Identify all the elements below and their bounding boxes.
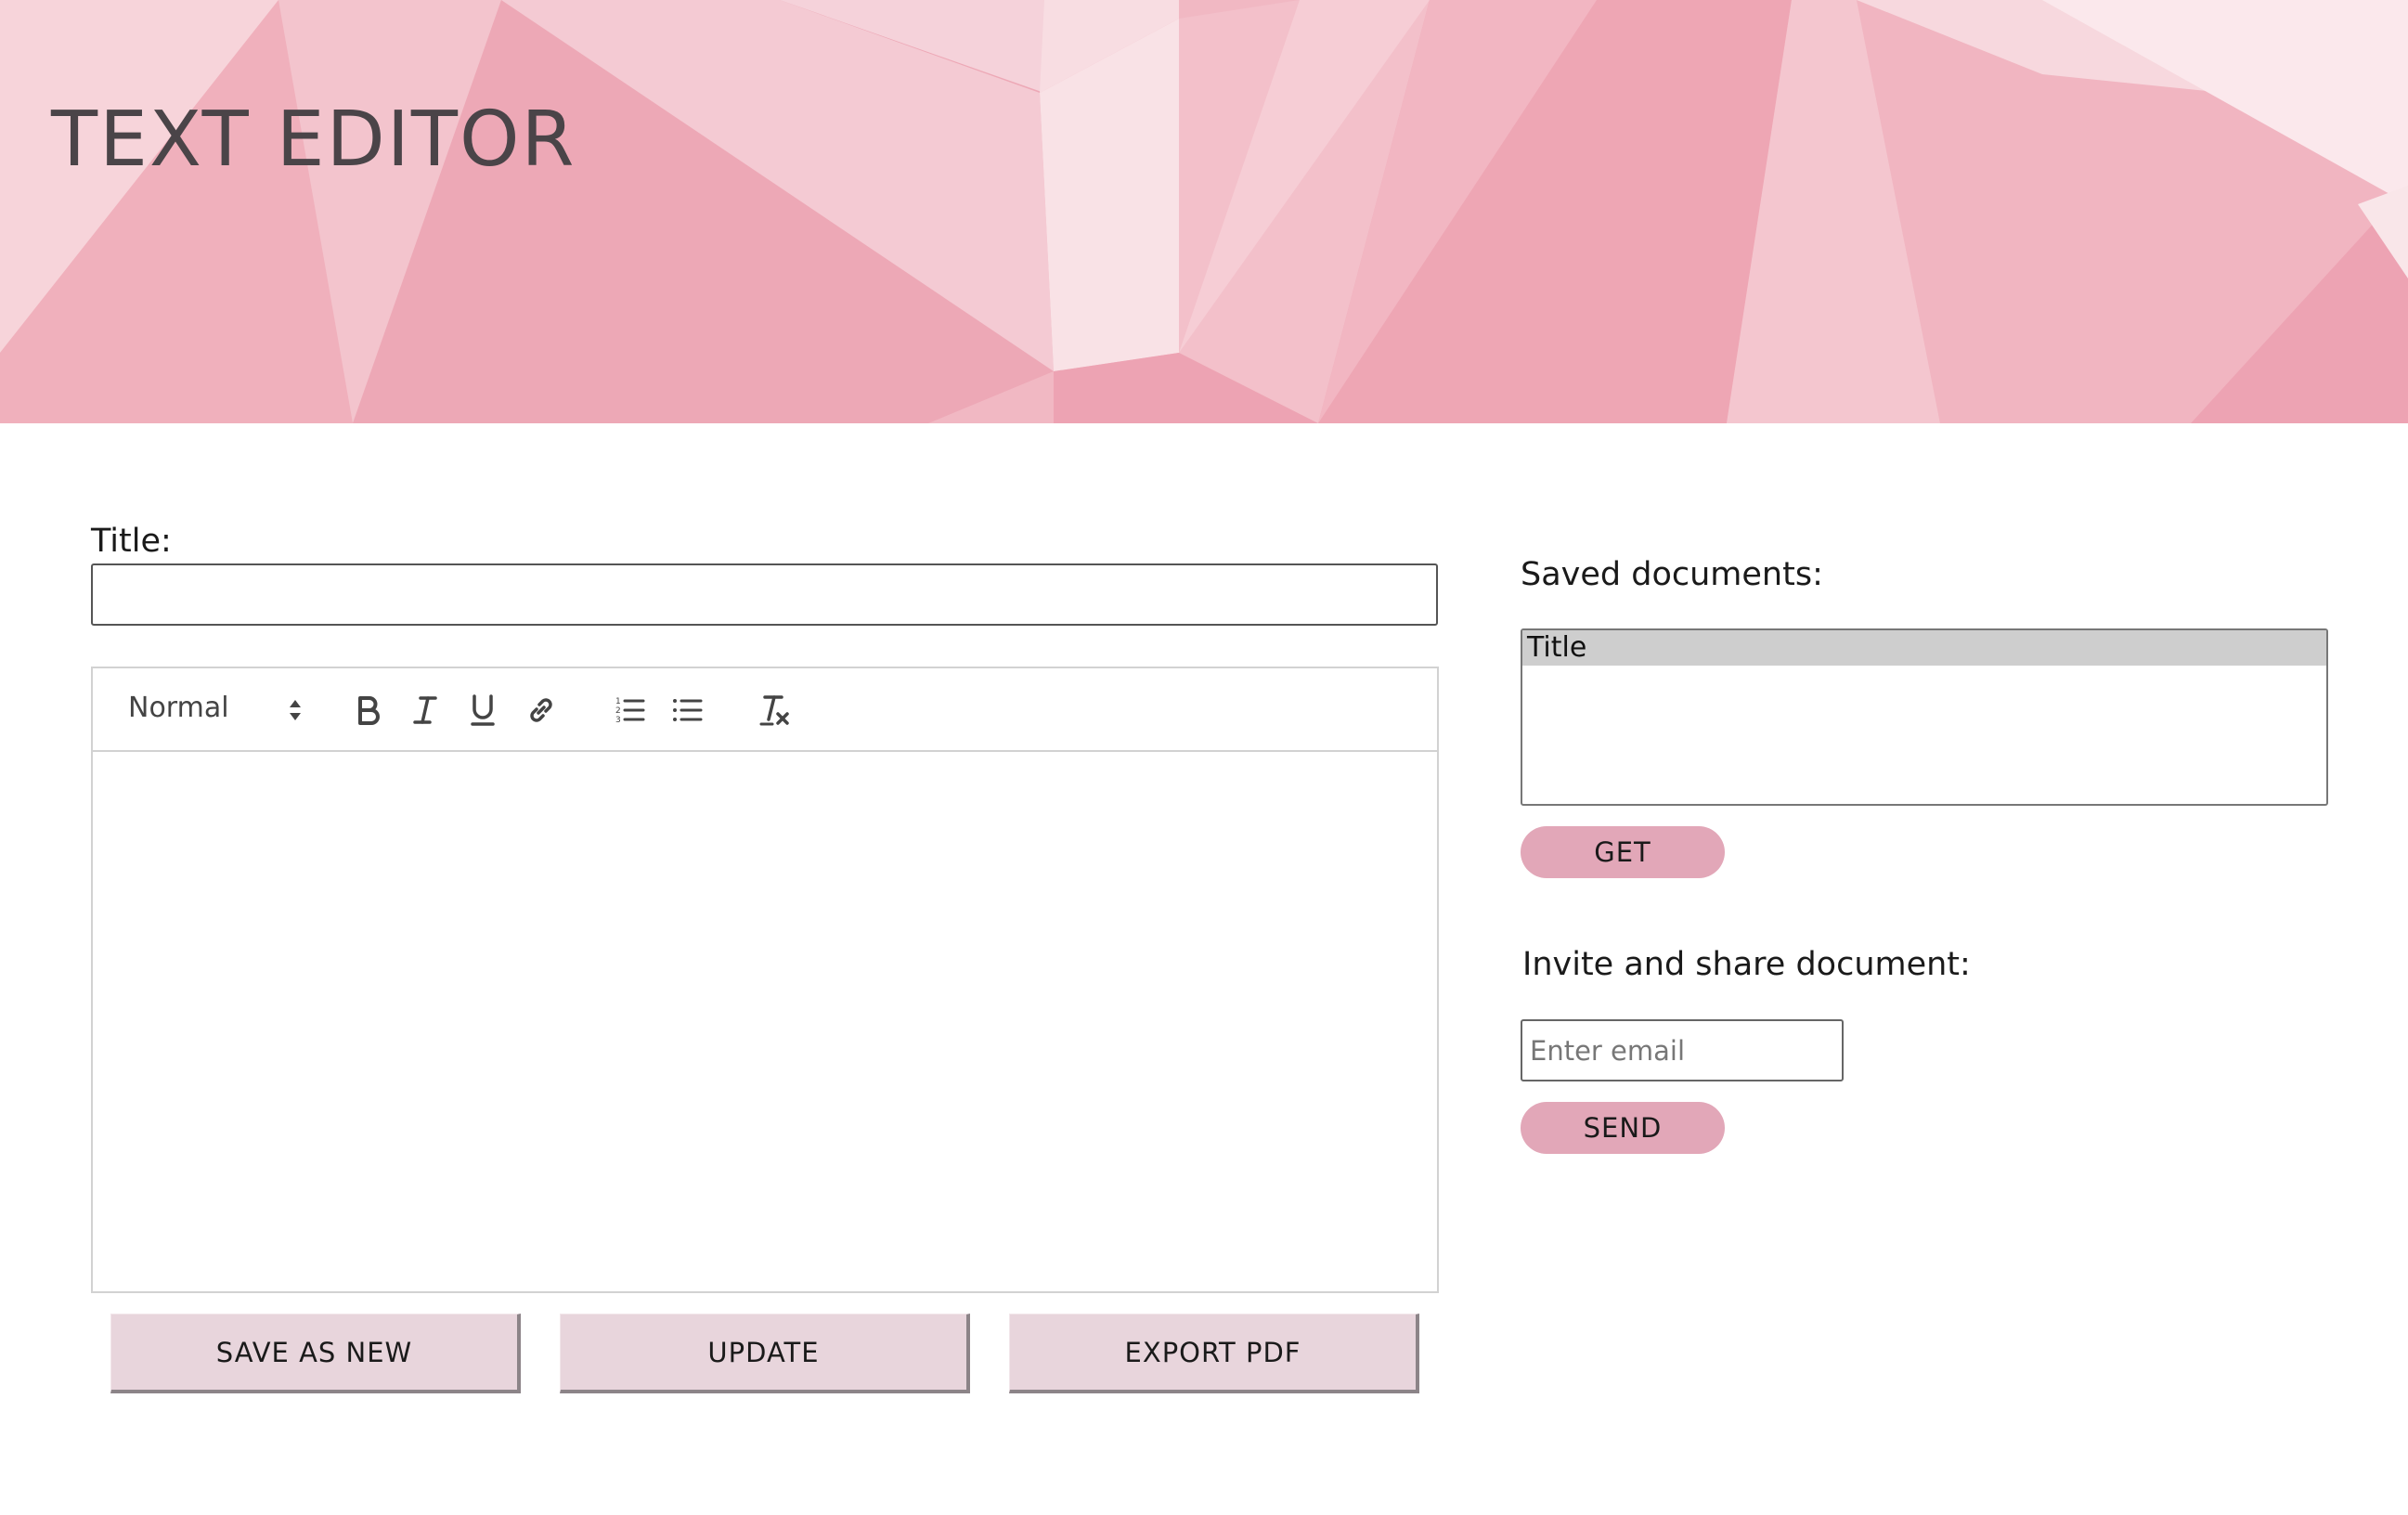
bold-button[interactable]: [346, 689, 389, 732]
header-banner: TEXT EDITOR: [0, 0, 2408, 423]
bullet-list-button[interactable]: [666, 689, 708, 732]
bullet-list-icon: [673, 699, 703, 721]
format-select-value: Normal: [128, 692, 229, 724]
save-as-new-button[interactable]: SAVE AS NEW: [110, 1314, 521, 1393]
title-label: Title:: [91, 523, 172, 560]
bold-icon: [358, 696, 380, 725]
ordered-list-icon: 1 2 3: [615, 697, 645, 725]
page: TEXT EDITOR Title: Normal 1 2 3 SAVE AS …: [0, 0, 2408, 1515]
clear-format-button[interactable]: [754, 689, 796, 732]
rich-text-editor: Normal 1 2 3: [91, 667, 1439, 1293]
saved-documents-list[interactable]: Title: [1521, 628, 2328, 806]
underline-icon: [471, 694, 495, 726]
update-button[interactable]: UPDATE: [560, 1314, 970, 1393]
editor-toolbar: Normal 1 2 3: [93, 668, 1437, 752]
app-title: TEXT EDITOR: [51, 96, 576, 184]
link-icon: [530, 698, 552, 722]
italic-button[interactable]: [404, 689, 447, 732]
send-button[interactable]: SEND: [1521, 1102, 1725, 1154]
get-button[interactable]: GET: [1521, 826, 1725, 878]
italic-icon: [413, 696, 437, 724]
email-input[interactable]: [1521, 1019, 1844, 1081]
link-button[interactable]: [520, 689, 563, 732]
share-document-label: Invite and share document:: [1522, 946, 1971, 983]
editor-content-area[interactable]: [93, 752, 1437, 1291]
banner-background: [0, 0, 2408, 423]
title-input[interactable]: [91, 563, 1438, 626]
format-select[interactable]: Normal: [128, 691, 304, 730]
saved-document-option[interactable]: Title: [1522, 630, 2326, 666]
underline-button[interactable]: [461, 689, 504, 732]
svg-text:2: 2: [615, 706, 621, 716]
svg-text:3: 3: [615, 716, 621, 725]
clear-format-icon: [759, 695, 789, 726]
saved-documents-label: Saved documents:: [1521, 556, 1823, 593]
updown-arrows-icon: [290, 700, 301, 720]
svg-text:1: 1: [615, 697, 621, 706]
ordered-list-button[interactable]: 1 2 3: [608, 689, 651, 732]
export-pdf-button[interactable]: EXPORT PDF: [1009, 1314, 1419, 1393]
